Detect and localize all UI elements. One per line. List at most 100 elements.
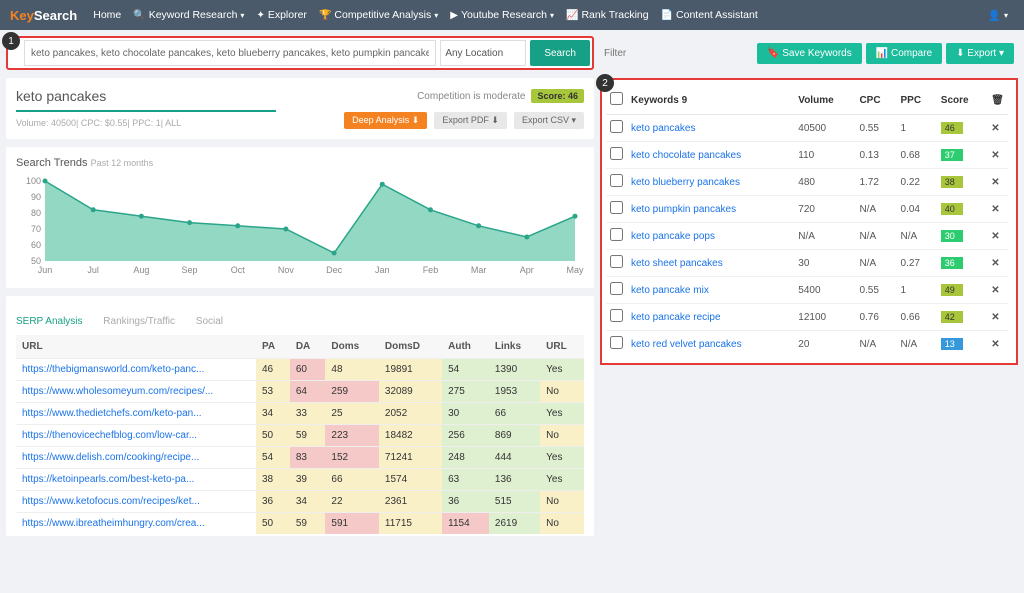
keyword-link[interactable]: keto pancake recipe bbox=[631, 312, 721, 323]
col-ppc[interactable]: PPC bbox=[897, 86, 937, 115]
row-checkbox[interactable] bbox=[610, 336, 623, 349]
col-da[interactable]: DA bbox=[290, 335, 326, 359]
location-select[interactable] bbox=[440, 40, 526, 66]
delete-row-button[interactable]: ✕ bbox=[987, 250, 1008, 277]
user-menu[interactable]: 👤▾ bbox=[988, 9, 1008, 22]
export-button[interactable]: ⬇ Export ▾ bbox=[946, 43, 1014, 64]
logo: KeySearch bbox=[10, 8, 77, 23]
save-keywords-button[interactable]: 🔖 Save Keywords bbox=[757, 43, 862, 64]
delete-row-button[interactable]: ✕ bbox=[987, 304, 1008, 331]
col-volume[interactable]: Volume bbox=[794, 86, 855, 115]
filter-input[interactable] bbox=[604, 48, 736, 59]
keyword-link[interactable]: keto red velvet pancakes bbox=[631, 339, 742, 350]
row-checkbox[interactable] bbox=[610, 174, 623, 187]
keyword-link[interactable]: keto sheet pancakes bbox=[631, 258, 723, 269]
col-auth[interactable]: Auth bbox=[442, 335, 489, 359]
nav-keyword-research[interactable]: 🔍Keyword Research▾ bbox=[133, 9, 244, 21]
keyword-link[interactable]: keto pancake mix bbox=[631, 285, 709, 296]
serp-url[interactable]: https://www.thedietchefs.com/keto-pan... bbox=[22, 408, 202, 419]
serp-url[interactable]: https://thenovicechefblog.com/low-car... bbox=[22, 430, 197, 441]
row-checkbox[interactable] bbox=[610, 147, 623, 160]
svg-text:Jun: Jun bbox=[38, 265, 53, 275]
serp-url[interactable]: https://www.ibreatheimhungry.com/crea... bbox=[22, 518, 205, 529]
col-url2[interactable]: URL bbox=[540, 335, 584, 359]
serp-domsd: 2361 bbox=[379, 491, 442, 513]
serp-url[interactable]: https://www.delish.com/cooking/recipe... bbox=[22, 452, 199, 463]
row-checkbox[interactable] bbox=[610, 309, 623, 322]
col-links[interactable]: Links bbox=[489, 335, 540, 359]
col-pa[interactable]: PA bbox=[256, 335, 290, 359]
serp-da: 64 bbox=[290, 381, 326, 403]
nav-youtube[interactable]: ▶Youtube Research▾ bbox=[450, 9, 554, 21]
nav-rank-tracking[interactable]: 📈Rank Tracking bbox=[566, 9, 649, 21]
export-csv-button[interactable]: Export CSV ▾ bbox=[514, 112, 584, 129]
kw-cpc: 0.55 bbox=[855, 115, 896, 142]
serp-url2: No bbox=[540, 425, 584, 447]
keyword-link[interactable]: keto blueberry pancakes bbox=[631, 177, 740, 188]
tab-social[interactable]: Social bbox=[196, 316, 223, 327]
keyword-link[interactable]: keto chocolate pancakes bbox=[631, 150, 741, 161]
row-checkbox[interactable] bbox=[610, 255, 623, 268]
compare-button[interactable]: 📊 Compare bbox=[866, 43, 942, 64]
row-checkbox[interactable] bbox=[610, 228, 623, 241]
kw-ppc: 1 bbox=[897, 115, 937, 142]
row-checkbox[interactable] bbox=[610, 201, 623, 214]
svg-text:100: 100 bbox=[26, 176, 41, 186]
col-doms[interactable]: Doms bbox=[325, 335, 379, 359]
serp-url2: Yes bbox=[540, 447, 584, 469]
trends-title: Search Trends bbox=[16, 157, 88, 169]
delete-row-button[interactable]: ✕ bbox=[987, 223, 1008, 250]
delete-row-button[interactable]: ✕ bbox=[987, 331, 1008, 358]
delete-row-button[interactable]: ✕ bbox=[987, 169, 1008, 196]
keyword-link[interactable]: keto pancake pops bbox=[631, 231, 715, 242]
kw-volume: 40500 bbox=[794, 115, 855, 142]
serp-pa: 54 bbox=[256, 447, 290, 469]
serp-url[interactable]: https://thebigmansworld.com/keto-panc... bbox=[22, 364, 204, 375]
col-url[interactable]: URL bbox=[16, 335, 256, 359]
serp-panel: SERP Analysis Rankings/Traffic Social UR… bbox=[6, 296, 594, 536]
trash-icon[interactable]: 🗑 bbox=[987, 86, 1008, 115]
delete-row-button[interactable]: ✕ bbox=[987, 196, 1008, 223]
svg-text:Apr: Apr bbox=[520, 265, 534, 275]
deep-analysis-button[interactable]: Deep Analysis ⬇ bbox=[344, 112, 427, 129]
keyword-link[interactable]: keto pumpkin pancakes bbox=[631, 204, 736, 215]
serp-da: 39 bbox=[290, 469, 326, 491]
col-score[interactable]: Score bbox=[937, 86, 988, 115]
serp-pa: 34 bbox=[256, 403, 290, 425]
nav-content-assistant[interactable]: 📄Content Assistant bbox=[661, 9, 758, 21]
nav-home[interactable]: Home bbox=[93, 9, 121, 21]
tab-serp[interactable]: SERP Analysis bbox=[16, 316, 83, 327]
row-checkbox[interactable] bbox=[610, 282, 623, 295]
svg-text:80: 80 bbox=[31, 208, 41, 218]
kw-score-badge: 36 bbox=[941, 257, 963, 269]
table-row: keto sheet pancakes30N/A0.2736✕ bbox=[606, 250, 1008, 277]
svg-text:Aug: Aug bbox=[133, 265, 149, 275]
col-cpc[interactable]: CPC bbox=[855, 86, 896, 115]
col-keywords[interactable]: Keywords 9 bbox=[627, 86, 794, 115]
tab-rankings[interactable]: Rankings/Traffic bbox=[103, 316, 175, 327]
nav-explorer[interactable]: ✦Explorer bbox=[256, 9, 307, 21]
keyword-input[interactable] bbox=[24, 40, 436, 66]
table-row: https://thenovicechefblog.com/low-car...… bbox=[16, 425, 584, 447]
kw-volume: 12100 bbox=[794, 304, 855, 331]
serp-url[interactable]: https://www.wholesomeyum.com/recipes/... bbox=[22, 386, 213, 397]
delete-row-button[interactable]: ✕ bbox=[987, 142, 1008, 169]
serp-url[interactable]: https://www.ketofocus.com/recipes/ket... bbox=[22, 496, 200, 507]
search-bar: 1 Search bbox=[6, 36, 594, 70]
col-domsd[interactable]: DomsD bbox=[379, 335, 442, 359]
delete-row-button[interactable]: ✕ bbox=[987, 277, 1008, 304]
export-pdf-button[interactable]: Export PDF ⬇ bbox=[434, 112, 507, 129]
select-all-checkbox[interactable] bbox=[610, 92, 623, 105]
delete-row-button[interactable]: ✕ bbox=[987, 115, 1008, 142]
row-checkbox[interactable] bbox=[610, 120, 623, 133]
serp-da: 60 bbox=[290, 359, 326, 381]
serp-pa: 53 bbox=[256, 381, 290, 403]
nav-competitive[interactable]: 🏆Competitive Analysis▾ bbox=[319, 9, 438, 21]
step-badge-1: 1 bbox=[2, 32, 20, 50]
trends-subtitle: Past 12 months bbox=[91, 158, 154, 168]
kw-cpc: 0.55 bbox=[855, 277, 896, 304]
serp-url[interactable]: https://ketoinpearls.com/best-keto-pa... bbox=[22, 474, 194, 485]
search-button[interactable]: Search bbox=[530, 40, 590, 66]
svg-text:Feb: Feb bbox=[423, 265, 439, 275]
keyword-link[interactable]: keto pancakes bbox=[631, 123, 696, 134]
